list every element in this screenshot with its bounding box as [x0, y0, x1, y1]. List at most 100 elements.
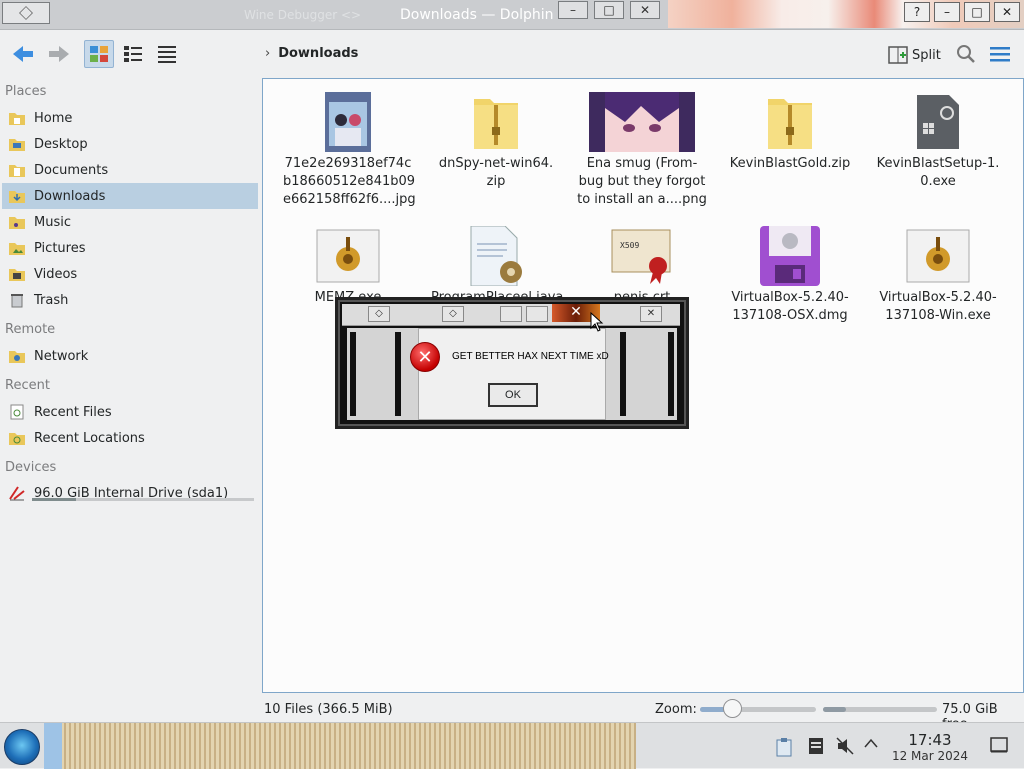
zoom-slider[interactable]	[700, 707, 816, 712]
recent-locations-icon	[9, 433, 25, 445]
file-item[interactable]: VirtualBox-5.2.40- 137108-Win.exe	[873, 225, 1003, 325]
zoom-label: Zoom:	[655, 702, 697, 717]
background-window-titlebar[interactable]: ? – □ ✕	[668, 0, 1024, 28]
recent-header: Recent	[5, 378, 50, 393]
downloads-folder-icon	[9, 191, 25, 203]
devices-header: Devices	[5, 460, 57, 475]
maximize-button[interactable]: □	[594, 1, 624, 19]
breadcrumb[interactable]: › Downloads	[265, 46, 358, 61]
certificate-icon: X509	[577, 225, 707, 287]
compact-view-icon	[124, 46, 142, 62]
forward-button[interactable]	[44, 40, 74, 68]
icons-view-button[interactable]	[84, 40, 114, 68]
wine-exe-icon	[873, 225, 1003, 287]
sidebar-item-network[interactable]: Network	[2, 343, 258, 369]
dialog-menu-button[interactable]: ◇	[368, 306, 390, 322]
search-icon	[957, 45, 975, 63]
sidebar-item-label: Home	[34, 110, 73, 126]
search-button[interactable]	[956, 44, 976, 68]
glitch-strip	[350, 332, 356, 416]
chevron-up-icon[interactable]	[864, 737, 878, 753]
disk-image-icon	[725, 225, 855, 287]
sidebar-item-documents[interactable]: Documents	[2, 157, 258, 183]
bg-help-button[interactable]: ?	[904, 2, 930, 22]
document-gear-icon	[431, 225, 561, 287]
notes-tray-icon[interactable]	[808, 737, 824, 759]
taskbar: 17:43 12 Mar 2024	[0, 722, 1024, 769]
executable-gear-icon	[873, 91, 1003, 153]
sidebar-item-recent-locations[interactable]: Recent Locations	[2, 425, 258, 451]
close-button[interactable]: ✕	[630, 1, 660, 19]
sidebar-item-videos[interactable]: Videos	[2, 261, 258, 287]
file-item[interactable]: VirtualBox-5.2.40- 137108-OSX.dmg	[725, 225, 855, 325]
sidebar-item-label: Network	[34, 348, 89, 364]
file-item[interactable]: KevinBlastSetup-1. 0.exe	[873, 91, 1003, 191]
error-x-icon: ✕	[410, 342, 440, 372]
file-item[interactable]: Ena smug (From- bug but they forgot to i…	[577, 91, 707, 209]
sidebar-item-trash[interactable]: Trash	[2, 287, 258, 313]
bg-maximize-button[interactable]: □	[964, 2, 990, 22]
dialog-minimize-button[interactable]	[500, 306, 522, 322]
dialog-menu-button-duplicate[interactable]: ◇	[442, 306, 464, 322]
sidebar-item-pictures[interactable]: Pictures	[2, 235, 258, 261]
details-view-button[interactable]	[152, 40, 182, 68]
file-item[interactable]: KevinBlastGold.zip	[725, 91, 855, 173]
ok-button[interactable]: OK	[488, 383, 538, 407]
show-desktop-icon[interactable]	[990, 737, 1008, 757]
glitch-strip	[668, 332, 674, 416]
sidebar-item-home[interactable]: Home	[2, 105, 258, 131]
breadcrumb-current[interactable]: Downloads	[278, 46, 358, 61]
error-message: GET BETTER HAX NEXT TIME xD	[452, 351, 609, 362]
sidebar-item-label: Desktop	[34, 136, 88, 152]
sidebar-item-desktop[interactable]: Desktop	[2, 131, 258, 157]
drive-usage-fill	[32, 498, 77, 501]
split-view-icon	[888, 46, 908, 64]
file-item[interactable]: MEMZ.exe	[283, 225, 413, 307]
videos-folder-icon	[9, 269, 25, 281]
sidebar-item-label: Music	[34, 214, 71, 230]
sidebar-item-label: Downloads	[34, 188, 106, 204]
file-item[interactable]: ProgramPlaceel.java	[431, 225, 563, 307]
volume-muted-icon[interactable]	[836, 737, 854, 759]
window-menu-button[interactable]	[2, 2, 50, 24]
desktop-folder-icon	[9, 139, 25, 151]
sidebar-item-music[interactable]: Music	[2, 209, 258, 235]
drive-usage-bar	[32, 498, 254, 501]
glitch-strip	[620, 332, 626, 416]
chevron-right-icon: ›	[265, 46, 271, 61]
glitch-strip	[395, 332, 401, 416]
clipboard-tray-icon[interactable]	[776, 737, 792, 761]
split-button[interactable]: Split	[888, 46, 941, 64]
ghost-window-title: Wine Debugger <>	[244, 8, 362, 22]
file-item[interactable]: 71e2e269318ef74c b18660512e841b09 e66215…	[283, 91, 416, 209]
sidebar-item-recent-files[interactable]: Recent Files	[2, 399, 258, 425]
file-name: Ena smug (From- bug but they forgot to i…	[577, 156, 707, 207]
network-folder-icon	[9, 351, 25, 363]
start-menu-button[interactable]	[4, 729, 40, 765]
clock[interactable]: 17:43 12 Mar 2024	[890, 731, 970, 763]
hamburger-menu-button[interactable]	[990, 46, 1010, 66]
details-view-icon	[158, 46, 176, 63]
sidebar-item-label: Pictures	[34, 240, 86, 256]
sidebar-item-downloads[interactable]: Downloads	[2, 183, 258, 209]
disk-space-bar	[823, 707, 937, 712]
active-task[interactable]	[44, 723, 62, 769]
file-item[interactable]: X509 penis.crt	[577, 225, 707, 307]
svg-text:X509: X509	[620, 241, 639, 250]
dialog-maximize-button[interactable]	[526, 306, 548, 322]
zoom-slider-handle[interactable]	[723, 699, 742, 718]
back-button[interactable]	[8, 40, 38, 68]
bg-minimize-button[interactable]: –	[934, 2, 960, 22]
places-panel: Places Home Desktop Documents Downloads …	[0, 80, 262, 700]
sidebar-item-label: Trash	[34, 292, 69, 308]
task-manager-strip[interactable]	[44, 723, 636, 769]
dialog-close-button-ghost[interactable]: ✕	[640, 306, 662, 322]
minimize-button[interactable]: –	[558, 1, 588, 19]
sidebar-item-internal-drive[interactable]: 96.0 GiB Internal Drive (sda1)	[2, 480, 258, 506]
bg-close-button[interactable]: ✕	[994, 2, 1020, 22]
compact-view-button[interactable]	[118, 40, 148, 68]
file-item[interactable]: dnSpy-net-win64. zip	[431, 91, 561, 191]
mouse-cursor-icon	[590, 312, 604, 332]
split-label: Split	[912, 47, 941, 63]
home-folder-icon	[9, 113, 25, 125]
